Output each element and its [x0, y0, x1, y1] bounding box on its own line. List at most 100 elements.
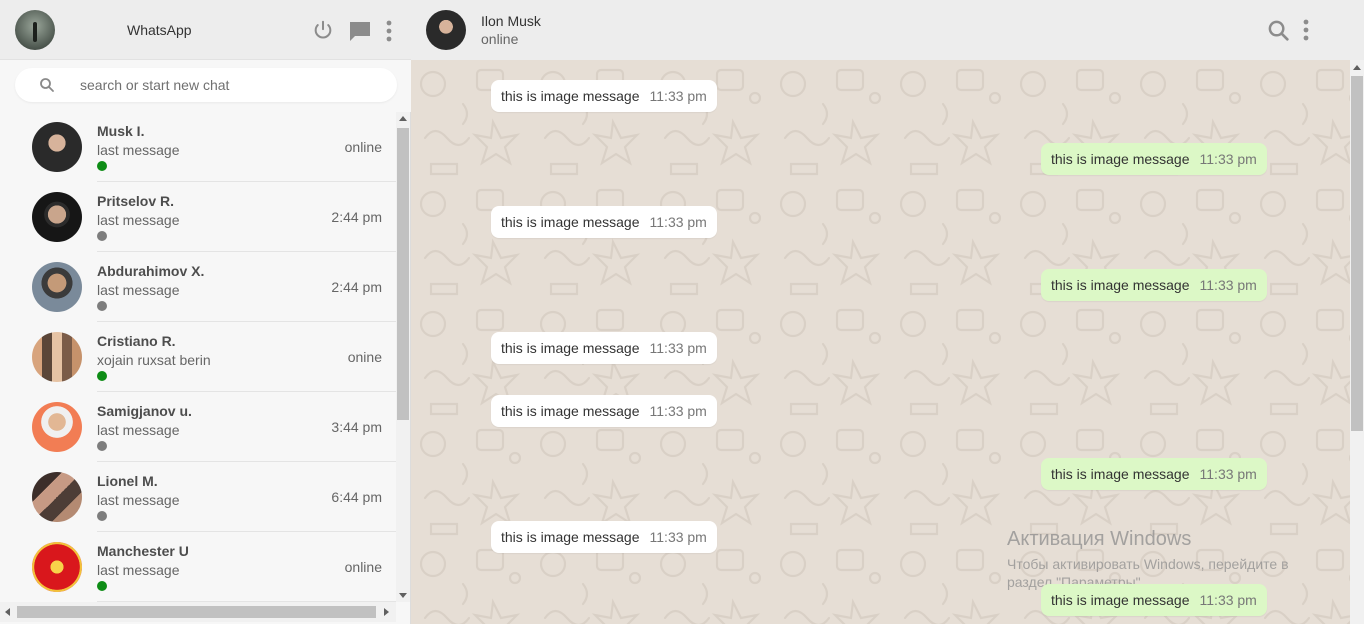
chat-time: 2:44 pm — [331, 279, 382, 295]
incoming-message[interactable]: this is image message 11:33 pm — [491, 206, 717, 238]
status-dot — [97, 581, 107, 591]
chat-last-message: last message — [97, 212, 180, 228]
incoming-message[interactable]: this is image message 11:33 pm — [491, 80, 717, 112]
search-input[interactable] — [77, 68, 387, 102]
windows-activation-watermark: Активация Windows Чтобы активировать Win… — [1007, 528, 1289, 591]
message-time: 11:33 pm — [1199, 277, 1257, 293]
chat-name: Manchester U — [97, 543, 189, 559]
scrollbar-thumb[interactable] — [397, 128, 409, 420]
message-text: this is image message — [501, 214, 640, 230]
status-dot — [97, 301, 107, 311]
status-dot — [97, 161, 107, 171]
scroll-down-arrow-icon[interactable] — [399, 593, 407, 598]
message-time: 11:33 pm — [649, 403, 707, 419]
chat-name: Abdurahimov X. — [97, 263, 205, 279]
message-area[interactable]: this is image message 11:33 pm this is im… — [411, 60, 1350, 624]
avatar — [32, 472, 82, 522]
chat-list-scrollbar[interactable] — [396, 112, 410, 602]
chat-last-message: last message — [97, 142, 180, 158]
scroll-right-arrow-icon[interactable] — [384, 608, 389, 616]
scroll-up-arrow-icon[interactable] — [399, 116, 407, 121]
incoming-message[interactable]: this is image message 11:33 pm — [491, 395, 717, 427]
message-text: this is image message — [1051, 277, 1190, 293]
chat-item[interactable]: Abdurahimov X. last message 2:44 pm — [15, 252, 396, 322]
contact-name[interactable]: Ilon Musk — [481, 13, 541, 29]
new-chat-icon[interactable] — [348, 20, 372, 42]
avatar — [32, 332, 82, 382]
app-title: WhatsApp — [127, 22, 192, 38]
message-text: this is image message — [501, 88, 640, 104]
chat-item[interactable]: Musk I. last message online — [15, 112, 396, 182]
incoming-message[interactable]: this is image message 11:33 pm — [491, 332, 717, 364]
status-dot — [97, 371, 107, 381]
chat-item[interactable]: Lionel M. last message 6:44 pm — [15, 462, 396, 532]
status-dot — [97, 231, 107, 241]
sidebar: WhatsApp Musk I. last message onlin — [0, 0, 411, 624]
avatar — [32, 192, 82, 242]
chat-last-message: last message — [97, 422, 180, 438]
chat-name: Cristiano R. — [97, 333, 176, 349]
chat-last-message: xojain ruxsat berin — [97, 352, 211, 368]
avatar — [32, 262, 82, 312]
chat-time: 6:44 pm — [331, 489, 382, 505]
chat-time: 2:44 pm — [331, 209, 382, 225]
chat-time: online — [344, 559, 382, 575]
menu-icon[interactable] — [384, 19, 394, 43]
sidebar-header: WhatsApp — [0, 0, 411, 60]
message-text: this is image message — [501, 340, 640, 356]
scroll-left-arrow-icon[interactable] — [5, 608, 10, 616]
chat-name: Pritselov R. — [97, 193, 175, 209]
chat-list: Musk I. last message online Pritselov R.… — [15, 112, 396, 602]
message-time: 11:33 pm — [649, 214, 707, 230]
outgoing-message[interactable]: this is image message 11:33 pm — [1041, 143, 1267, 175]
status-dot — [97, 511, 107, 521]
avatar — [32, 402, 82, 452]
search-bar — [0, 60, 411, 112]
chat-name: Musk I. — [97, 123, 145, 139]
outgoing-message[interactable]: this is image message 11:33 pm — [1041, 584, 1267, 616]
message-time: 11:33 pm — [649, 529, 707, 545]
search-icon[interactable] — [1267, 19, 1290, 42]
search-box[interactable] — [15, 68, 397, 102]
chat-item[interactable]: Samigjanov u. last message 3:44 pm — [15, 392, 396, 462]
message-text: this is image message — [1051, 592, 1190, 608]
chat-time: 3:44 pm — [331, 419, 382, 435]
chat-name: Lionel M. — [97, 473, 158, 489]
chat-name: Samigjanov u. — [97, 403, 192, 419]
message-text: this is image message — [501, 529, 640, 545]
message-area-scrollbar[interactable] — [1350, 60, 1364, 624]
chat-last-message: last message — [97, 562, 180, 578]
message-time: 11:33 pm — [1199, 151, 1257, 167]
chat-item[interactable]: Pritselov R. last message 2:44 pm — [15, 182, 396, 252]
message-time: 11:33 pm — [649, 340, 707, 356]
status-dot — [97, 441, 107, 451]
scroll-up-arrow-icon[interactable] — [1353, 65, 1361, 70]
incoming-message[interactable]: this is image message 11:33 pm — [491, 521, 717, 553]
contact-avatar[interactable] — [426, 10, 466, 50]
scrollbar-thumb[interactable] — [17, 606, 376, 618]
outgoing-message[interactable]: this is image message 11:33 pm — [1041, 458, 1267, 490]
message-text: this is image message — [1051, 466, 1190, 482]
chat-time: online — [344, 139, 382, 155]
search-icon — [40, 78, 54, 92]
chat-last-message: last message — [97, 492, 180, 508]
chat-list-horizontal-scrollbar[interactable] — [0, 602, 396, 622]
chat-last-message: last message — [97, 282, 180, 298]
watermark-title: Активация Windows — [1007, 528, 1192, 550]
message-time: 11:33 pm — [1199, 592, 1257, 608]
chat-time: onine — [347, 349, 382, 365]
outgoing-message[interactable]: this is image message 11:33 pm — [1041, 269, 1267, 301]
chat-item[interactable]: Manchester U last message online — [15, 532, 396, 602]
watermark-line: Чтобы активировать Windows, перейдите в — [1007, 556, 1289, 572]
conversation-header: Ilon Musk online — [411, 0, 1364, 60]
scrollbar-thumb[interactable] — [1351, 76, 1363, 431]
contact-status: online — [481, 31, 519, 47]
conversation-panel: Ilon Musk online this is image message 1… — [411, 0, 1364, 624]
message-text: this is image message — [1051, 151, 1190, 167]
power-icon[interactable] — [312, 19, 334, 41]
menu-icon[interactable] — [1301, 18, 1311, 42]
chat-item[interactable]: Cristiano R. xojain ruxsat berin onine — [15, 322, 396, 392]
message-text: this is image message — [501, 403, 640, 419]
my-avatar[interactable] — [15, 10, 55, 50]
avatar — [32, 542, 82, 592]
